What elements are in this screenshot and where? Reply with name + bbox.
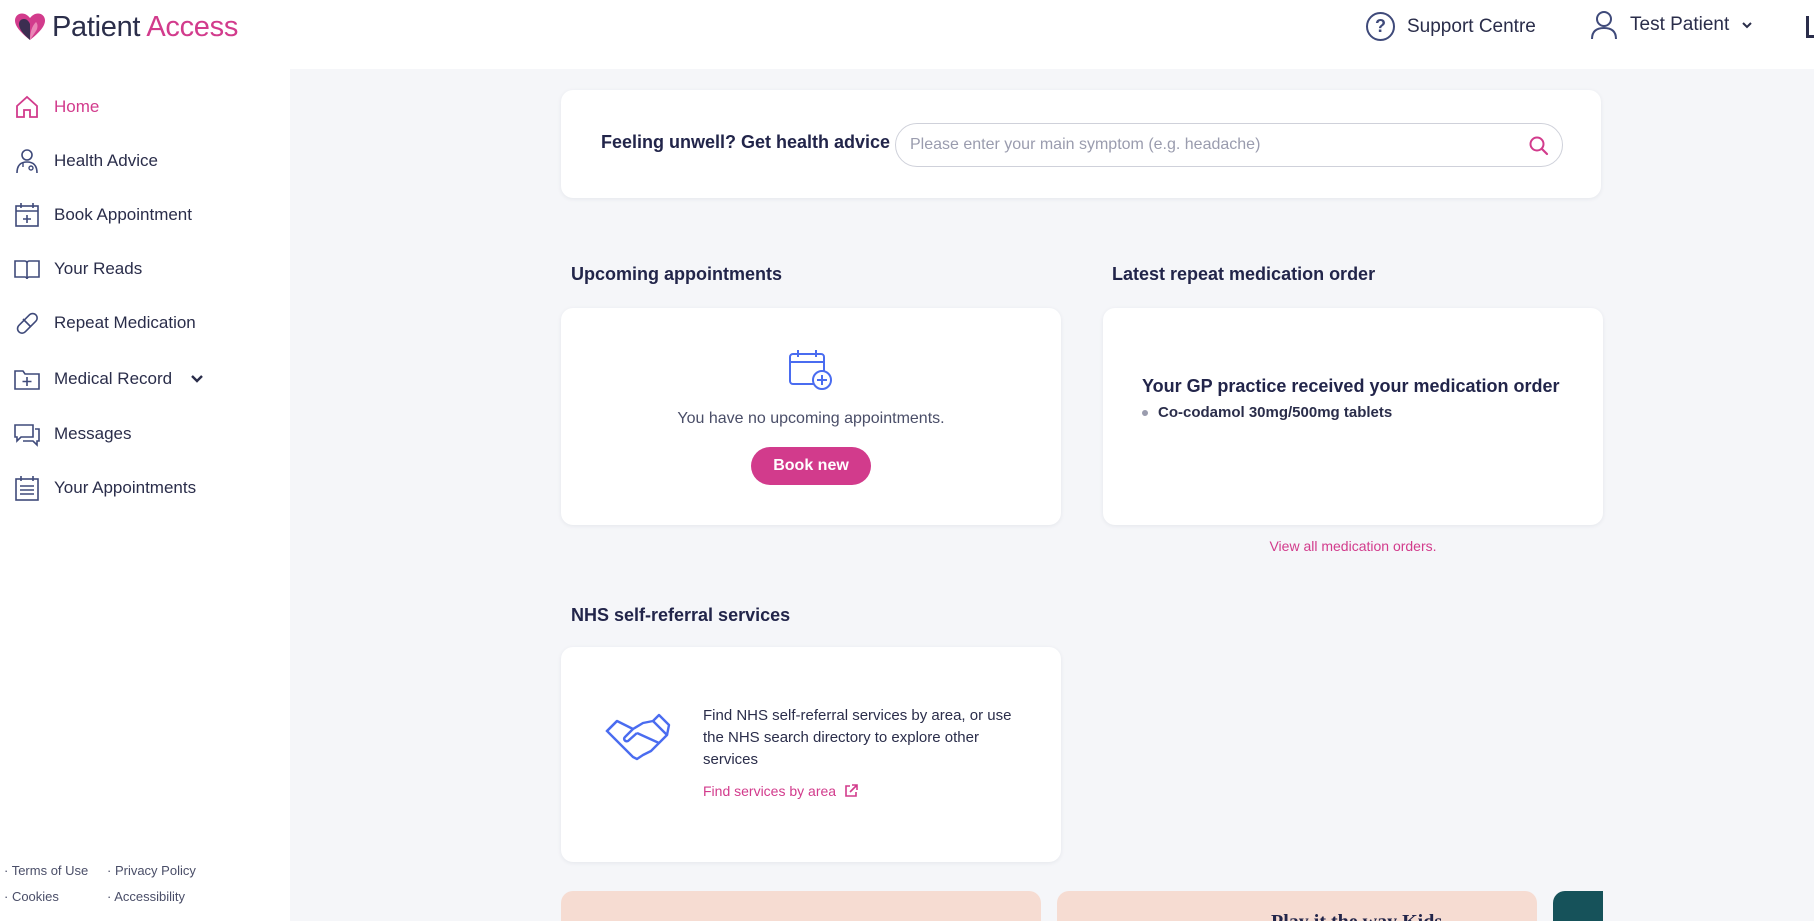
promo-tile-3[interactable]	[1553, 891, 1603, 921]
latest-medication-card: Your GP practice received your medicatio…	[1103, 308, 1603, 525]
calendar-plus-icon	[14, 202, 40, 228]
user-menu[interactable]: Test Patient	[1590, 10, 1753, 40]
external-link-icon	[845, 784, 858, 797]
sidebar-item-repeat-medication[interactable]: Repeat Medication	[14, 310, 196, 336]
doctor-icon	[14, 148, 40, 174]
calendar-add-icon	[789, 350, 832, 390]
support-centre-link[interactable]: ? Support Centre	[1366, 12, 1536, 41]
support-centre-label: Support Centre	[1407, 15, 1536, 37]
sidebar-item-home[interactable]: Home	[14, 94, 99, 120]
sidebar-item-label: Medical Record	[54, 369, 173, 388]
sidebar-item-label: Your Appointments	[54, 478, 197, 497]
question-circle-icon: ?	[1366, 12, 1395, 41]
upcoming-appointments-heading: Upcoming appointments	[571, 264, 782, 284]
symptom-search-input[interactable]	[910, 124, 1510, 166]
upcoming-appointments-card: You have no upcoming appointments. Book …	[561, 308, 1061, 525]
logo-text: Patient Access	[52, 10, 238, 44]
user-name: Test Patient	[1630, 14, 1730, 35]
appointments-list-icon	[14, 475, 40, 501]
sidebar-item-label: Repeat Medication	[54, 313, 196, 332]
medication-list-item: Co-codamol 30mg/500mg tablets	[1142, 404, 1392, 421]
medical-folder-icon	[14, 366, 40, 392]
bullet	[1142, 409, 1148, 416]
medication-name: Co-codamol 30mg/500mg tablets	[1158, 404, 1393, 421]
sidebar-nav: Home Health Advice Book Appointment Your…	[0, 69, 290, 921]
user-icon	[1591, 11, 1617, 40]
no-appointments-text: You have no upcoming appointments.	[677, 410, 945, 427]
book-icon	[14, 256, 40, 282]
find-services-by-area-link[interactable]: Find services by area	[703, 783, 858, 799]
handshake-icon	[605, 713, 671, 761]
search-icon[interactable]	[1528, 135, 1550, 157]
promo-tile-2[interactable]: Play it the way Kids	[1057, 891, 1537, 921]
chevron-down-icon[interactable]	[190, 374, 204, 384]
latest-medication-heading: Latest repeat medication order	[1112, 264, 1376, 284]
nhs-self-referral-heading: NHS self-referral services	[571, 605, 791, 625]
home-icon	[14, 94, 40, 120]
nhs-description: Find NHS self-referral services by area,…	[703, 707, 1012, 768]
promo-tile-1[interactable]	[561, 891, 1041, 921]
sidebar-item-your-appointments[interactable]: Your Appointments	[14, 475, 196, 501]
logo-text-access: Access	[146, 11, 239, 43]
symptom-search-box	[895, 123, 1563, 167]
pill-icon	[14, 310, 40, 336]
book-new-button[interactable]: Book new	[751, 447, 871, 485]
sidebar-item-label: Your Reads	[54, 259, 143, 278]
heart-logo-icon	[15, 13, 45, 40]
privacy-policy-link[interactable]: · Privacy Policy	[107, 863, 196, 878]
bell-icon[interactable]	[1806, 16, 1814, 38]
cookies-link[interactable]: · Cookies	[4, 889, 59, 904]
medication-status-text: Your GP practice received your medicatio…	[1142, 376, 1560, 396]
sidebar-item-book-appointment[interactable]: Book Appointment	[14, 202, 192, 228]
sidebar-item-label: Health Advice	[54, 151, 158, 170]
health-advice-card: Feeling unwell? Get health advice	[561, 90, 1601, 198]
logo-text-patient: Patient	[52, 11, 147, 43]
sidebar-item-label: Home	[54, 97, 100, 116]
sidebar-item-messages[interactable]: Messages	[14, 421, 131, 447]
nhs-self-referral-card: Find NHS self-referral services by area,…	[561, 647, 1061, 862]
sidebar-item-label: Messages	[54, 424, 132, 443]
messages-icon	[14, 421, 40, 447]
terms-of-use-link[interactable]: · Terms of Use	[4, 863, 88, 878]
sidebar-item-your-reads[interactable]: Your Reads	[14, 256, 142, 282]
sidebar-item-medical-record[interactable]: Medical Record	[14, 366, 204, 392]
view-all-medication-orders-link[interactable]: View all medication orders.	[1103, 538, 1603, 554]
top-header: Patient Access ? Support Centre Test Pat…	[0, 0, 1814, 69]
find-services-label: Find services by area	[703, 783, 837, 799]
patient-access-logo[interactable]: Patient Access	[14, 10, 238, 44]
health-advice-title: Feeling unwell? Get health advice	[601, 132, 891, 152]
sidebar-item-health-advice[interactable]: Health Advice	[14, 148, 158, 174]
chevron-down-icon	[1742, 22, 1752, 29]
promo-tile-2-title: Play it the way Kids	[1271, 911, 1442, 921]
accessibility-link[interactable]: · Accessibility	[107, 889, 185, 904]
sidebar-item-label: Book Appointment	[54, 205, 192, 224]
